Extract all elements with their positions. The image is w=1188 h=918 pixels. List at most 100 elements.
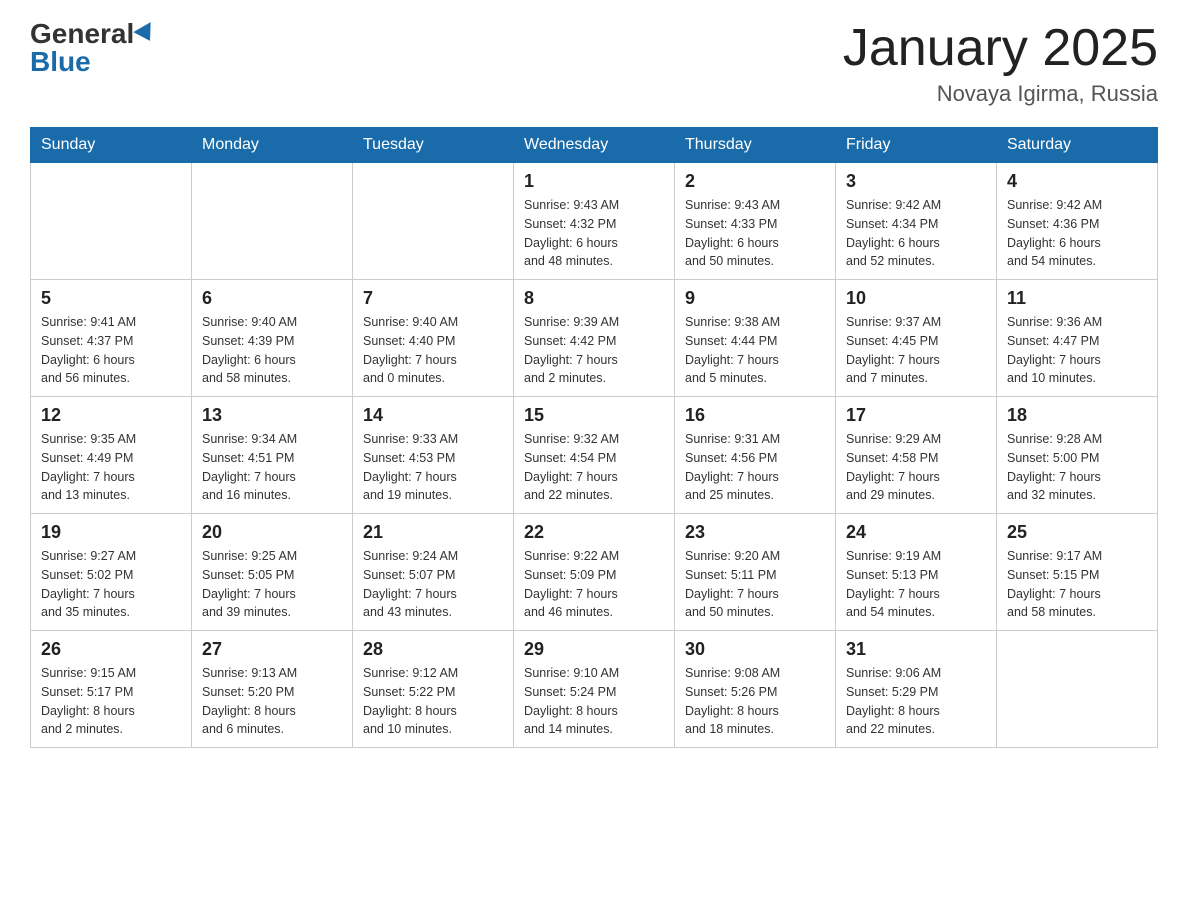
- day-number: 11: [1007, 288, 1147, 309]
- calendar-subtitle: Novaya Igirma, Russia: [843, 81, 1158, 107]
- day-info: Sunrise: 9:24 AM Sunset: 5:07 PM Dayligh…: [363, 547, 503, 622]
- calendar-cell: 18 Sunrise: 9:28 AM Sunset: 5:00 PM Dayli…: [997, 397, 1158, 514]
- day-info: Sunrise: 9:08 AM Sunset: 5:26 PM Dayligh…: [685, 664, 825, 739]
- day-info: Sunrise: 9:40 AM Sunset: 4:39 PM Dayligh…: [202, 313, 342, 388]
- logo-triangle-icon: [134, 22, 159, 46]
- day-number: 26: [41, 639, 181, 660]
- day-info: Sunrise: 9:38 AM Sunset: 4:44 PM Dayligh…: [685, 313, 825, 388]
- day-info: Sunrise: 9:31 AM Sunset: 4:56 PM Dayligh…: [685, 430, 825, 505]
- day-number: 8: [524, 288, 664, 309]
- page-header: General Blue January 2025 Novaya Igirma,…: [30, 20, 1158, 107]
- day-number: 5: [41, 288, 181, 309]
- calendar-cell: 26 Sunrise: 9:15 AM Sunset: 5:17 PM Dayli…: [31, 631, 192, 748]
- week-row-2: 5 Sunrise: 9:41 AM Sunset: 4:37 PM Daylig…: [31, 280, 1158, 397]
- calendar-cell: 31 Sunrise: 9:06 AM Sunset: 5:29 PM Dayli…: [836, 631, 997, 748]
- day-number: 4: [1007, 171, 1147, 192]
- calendar-cell: 3 Sunrise: 9:42 AM Sunset: 4:34 PM Daylig…: [836, 163, 997, 280]
- week-row-4: 19 Sunrise: 9:27 AM Sunset: 5:02 PM Dayli…: [31, 514, 1158, 631]
- day-number: 19: [41, 522, 181, 543]
- weekday-header-sunday: Sunday: [31, 128, 192, 163]
- day-number: 3: [846, 171, 986, 192]
- week-row-1: 1Sunrise: 9:43 AM Sunset: 4:32 PM Daylig…: [31, 163, 1158, 280]
- day-number: 2: [685, 171, 825, 192]
- calendar-cell: 22Sunrise: 9:22 AM Sunset: 5:09 PM Dayli…: [514, 514, 675, 631]
- day-info: Sunrise: 9:43 AM Sunset: 4:32 PM Dayligh…: [524, 196, 664, 271]
- day-info: Sunrise: 9:33 AM Sunset: 4:53 PM Dayligh…: [363, 430, 503, 505]
- day-number: 25: [1007, 522, 1147, 543]
- day-info: Sunrise: 9:41 AM Sunset: 4:37 PM Dayligh…: [41, 313, 181, 388]
- calendar-table: SundayMondayTuesdayWednesdayThursdayFrid…: [30, 127, 1158, 748]
- calendar-cell: 16 Sunrise: 9:31 AM Sunset: 4:56 PM Dayli…: [675, 397, 836, 514]
- day-number: 28: [363, 639, 503, 660]
- day-info: Sunrise: 9:15 AM Sunset: 5:17 PM Dayligh…: [41, 664, 181, 739]
- weekday-header-tuesday: Tuesday: [353, 128, 514, 163]
- day-info: Sunrise: 9:17 AM Sunset: 5:15 PM Dayligh…: [1007, 547, 1147, 622]
- calendar-cell: 29Sunrise: 9:10 AM Sunset: 5:24 PM Dayli…: [514, 631, 675, 748]
- calendar-cell: 20 Sunrise: 9:25 AM Sunset: 5:05 PM Dayli…: [192, 514, 353, 631]
- day-info: Sunrise: 9:20 AM Sunset: 5:11 PM Dayligh…: [685, 547, 825, 622]
- day-number: 29: [524, 639, 664, 660]
- calendar-cell: 11 Sunrise: 9:36 AM Sunset: 4:47 PM Dayli…: [997, 280, 1158, 397]
- day-info: Sunrise: 9:29 AM Sunset: 4:58 PM Dayligh…: [846, 430, 986, 505]
- day-number: 10: [846, 288, 986, 309]
- day-number: 31: [846, 639, 986, 660]
- weekday-header-monday: Monday: [192, 128, 353, 163]
- day-info: Sunrise: 9:39 AM Sunset: 4:42 PM Dayligh…: [524, 313, 664, 388]
- weekday-header-friday: Friday: [836, 128, 997, 163]
- calendar-cell: 4Sunrise: 9:42 AM Sunset: 4:36 PM Daylig…: [997, 163, 1158, 280]
- calendar-cell: 12Sunrise: 9:35 AM Sunset: 4:49 PM Dayli…: [31, 397, 192, 514]
- calendar-cell: 13 Sunrise: 9:34 AM Sunset: 4:51 PM Dayli…: [192, 397, 353, 514]
- day-number: 13: [202, 405, 342, 426]
- day-number: 6: [202, 288, 342, 309]
- day-info: Sunrise: 9:43 AM Sunset: 4:33 PM Dayligh…: [685, 196, 825, 271]
- day-info: Sunrise: 9:34 AM Sunset: 4:51 PM Dayligh…: [202, 430, 342, 505]
- calendar-cell: 1Sunrise: 9:43 AM Sunset: 4:32 PM Daylig…: [514, 163, 675, 280]
- calendar-cell: 23Sunrise: 9:20 AM Sunset: 5:11 PM Dayli…: [675, 514, 836, 631]
- week-row-5: 26 Sunrise: 9:15 AM Sunset: 5:17 PM Dayli…: [31, 631, 1158, 748]
- calendar-cell: [353, 163, 514, 280]
- calendar-cell: 10 Sunrise: 9:37 AM Sunset: 4:45 PM Dayli…: [836, 280, 997, 397]
- weekday-header-thursday: Thursday: [675, 128, 836, 163]
- calendar-cell: 24 Sunrise: 9:19 AM Sunset: 5:13 PM Dayli…: [836, 514, 997, 631]
- day-info: Sunrise: 9:06 AM Sunset: 5:29 PM Dayligh…: [846, 664, 986, 739]
- calendar-cell: 6 Sunrise: 9:40 AM Sunset: 4:39 PM Daylig…: [192, 280, 353, 397]
- calendar-cell: 28 Sunrise: 9:12 AM Sunset: 5:22 PM Dayli…: [353, 631, 514, 748]
- calendar-cell: 30 Sunrise: 9:08 AM Sunset: 5:26 PM Dayli…: [675, 631, 836, 748]
- day-number: 7: [363, 288, 503, 309]
- day-info: Sunrise: 9:25 AM Sunset: 5:05 PM Dayligh…: [202, 547, 342, 622]
- weekday-header-saturday: Saturday: [997, 128, 1158, 163]
- day-info: Sunrise: 9:27 AM Sunset: 5:02 PM Dayligh…: [41, 547, 181, 622]
- day-number: 17: [846, 405, 986, 426]
- day-info: Sunrise: 9:12 AM Sunset: 5:22 PM Dayligh…: [363, 664, 503, 739]
- day-info: Sunrise: 9:37 AM Sunset: 4:45 PM Dayligh…: [846, 313, 986, 388]
- calendar-cell: 19 Sunrise: 9:27 AM Sunset: 5:02 PM Dayli…: [31, 514, 192, 631]
- day-number: 14: [363, 405, 503, 426]
- logo-blue-text: Blue: [30, 48, 91, 76]
- logo-general-text: General: [30, 20, 134, 48]
- calendar-cell: 17 Sunrise: 9:29 AM Sunset: 4:58 PM Dayli…: [836, 397, 997, 514]
- calendar-cell: 15Sunrise: 9:32 AM Sunset: 4:54 PM Dayli…: [514, 397, 675, 514]
- day-info: Sunrise: 9:36 AM Sunset: 4:47 PM Dayligh…: [1007, 313, 1147, 388]
- day-number: 21: [363, 522, 503, 543]
- day-info: Sunrise: 9:28 AM Sunset: 5:00 PM Dayligh…: [1007, 430, 1147, 505]
- day-number: 20: [202, 522, 342, 543]
- week-row-3: 12Sunrise: 9:35 AM Sunset: 4:49 PM Dayli…: [31, 397, 1158, 514]
- weekday-header-row: SundayMondayTuesdayWednesdayThursdayFrid…: [31, 128, 1158, 163]
- day-number: 18: [1007, 405, 1147, 426]
- day-number: 15: [524, 405, 664, 426]
- weekday-header-wednesday: Wednesday: [514, 128, 675, 163]
- logo: General Blue: [30, 20, 156, 76]
- day-number: 30: [685, 639, 825, 660]
- calendar-title: January 2025: [843, 20, 1158, 77]
- day-number: 24: [846, 522, 986, 543]
- day-info: Sunrise: 9:40 AM Sunset: 4:40 PM Dayligh…: [363, 313, 503, 388]
- calendar-cell: 21 Sunrise: 9:24 AM Sunset: 5:07 PM Dayli…: [353, 514, 514, 631]
- day-info: Sunrise: 9:19 AM Sunset: 5:13 PM Dayligh…: [846, 547, 986, 622]
- calendar-cell: 14 Sunrise: 9:33 AM Sunset: 4:53 PM Dayli…: [353, 397, 514, 514]
- calendar-cell: 2 Sunrise: 9:43 AM Sunset: 4:33 PM Daylig…: [675, 163, 836, 280]
- calendar-cell: 8 Sunrise: 9:39 AM Sunset: 4:42 PM Daylig…: [514, 280, 675, 397]
- day-info: Sunrise: 9:42 AM Sunset: 4:34 PM Dayligh…: [846, 196, 986, 271]
- day-number: 16: [685, 405, 825, 426]
- calendar-cell: [997, 631, 1158, 748]
- day-info: Sunrise: 9:35 AM Sunset: 4:49 PM Dayligh…: [41, 430, 181, 505]
